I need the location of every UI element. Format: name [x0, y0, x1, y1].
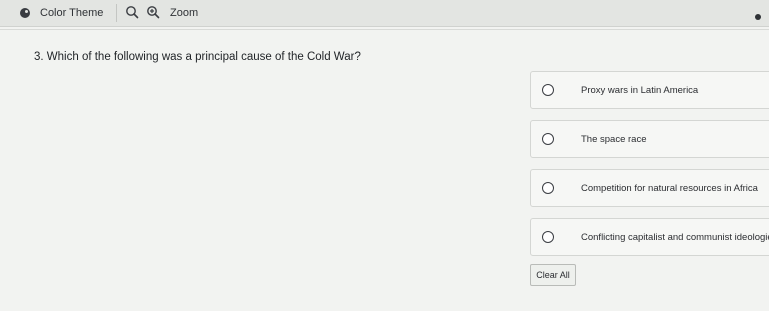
zoom-label: Zoom	[170, 7, 199, 19]
color-theme-label: Color Theme	[40, 7, 104, 19]
answer-option-4[interactable]: Conflicting capitalist and communist ide…	[530, 218, 769, 256]
question-prompt: 3. Which of the following was a principa…	[34, 51, 361, 63]
question-text: Which of the following was a principal c…	[46, 51, 361, 63]
divider	[0, 29, 769, 30]
toolbar: Color Theme Zoom	[0, 0, 769, 27]
answer-option-label: Competition for natural resources in Afr…	[581, 182, 758, 194]
zoom-in-icon[interactable]	[146, 5, 160, 19]
answer-option-2[interactable]: The space race	[530, 120, 769, 158]
status-dot	[755, 14, 761, 20]
zoom-out-icon[interactable]	[125, 5, 139, 19]
answer-option-label: The space race	[581, 133, 647, 145]
color-theme-button[interactable]: Color Theme	[20, 4, 103, 22]
answer-option-3[interactable]: Competition for natural resources in Afr…	[530, 169, 769, 207]
answer-option-label: Proxy wars in Latin America	[581, 84, 699, 96]
answer-option-label: Conflicting capitalist and communist ide…	[581, 231, 769, 243]
palette-icon	[20, 8, 30, 18]
radio-button[interactable]	[542, 84, 554, 96]
radio-button[interactable]	[542, 133, 554, 145]
toolbar-divider	[116, 4, 117, 22]
radio-button[interactable]	[542, 182, 554, 194]
question-number: 3.	[34, 51, 44, 63]
answer-option-1[interactable]: Proxy wars in Latin America	[530, 71, 769, 109]
radio-button[interactable]	[542, 231, 554, 243]
clear-all-button[interactable]: Clear All	[530, 264, 576, 286]
